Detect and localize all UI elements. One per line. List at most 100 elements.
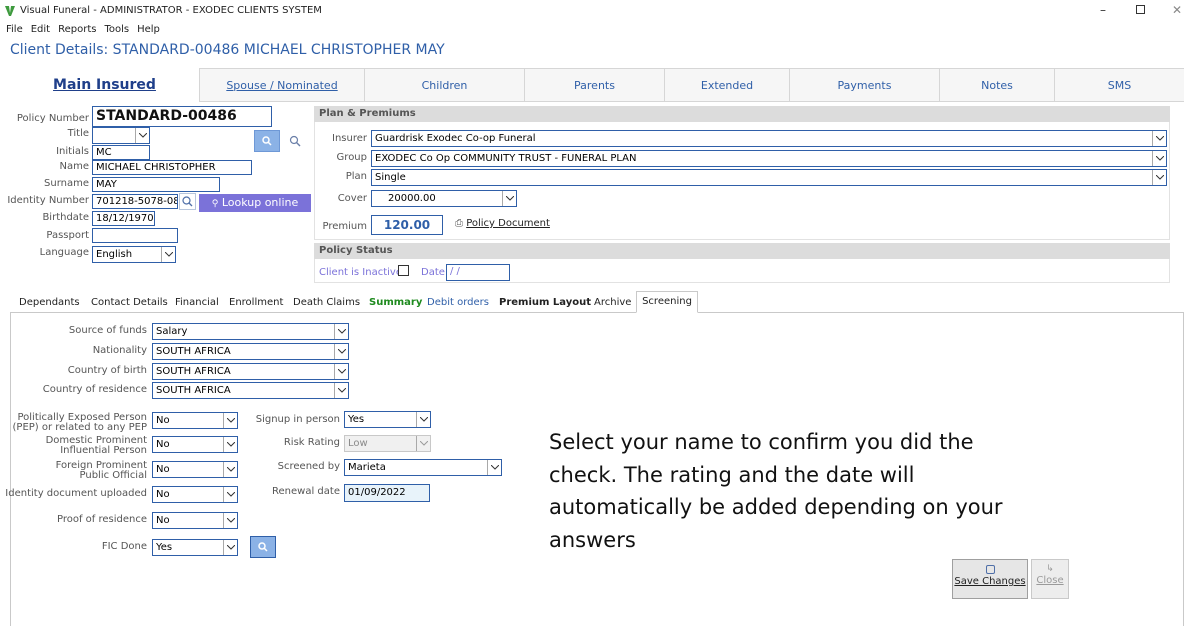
tab-enrollment[interactable]: Enrollment (229, 294, 283, 312)
country-of-residence-select[interactable]: SOUTH AFRICA (152, 382, 349, 399)
passport-field[interactable] (92, 228, 178, 243)
menu-help[interactable]: Help (137, 24, 160, 38)
tab-spouse[interactable]: Spouse / Nominated (200, 68, 365, 102)
tab-death-claims[interactable]: Death Claims (293, 294, 360, 312)
country-of-birth-select[interactable]: SOUTH AFRICA (152, 363, 349, 380)
printer-icon: ⎙ (455, 218, 463, 229)
tab-notes[interactable]: Notes (940, 68, 1055, 102)
close-icon[interactable]: ✕ (1172, 3, 1182, 17)
renewal-date-field[interactable]: 01/09/2022 (344, 484, 430, 502)
dpip-select[interactable]: No (152, 436, 238, 453)
client-inactive-label: Client is Inactive (319, 267, 402, 278)
name-field[interactable]: MICHAEL CHRISTOPHER (92, 160, 252, 175)
plan-label: Plan (345, 171, 367, 182)
plan-select[interactable]: Single (371, 169, 1167, 186)
tab-premium-layout[interactable]: Premium Layout (499, 294, 591, 312)
proof-of-residence-select[interactable]: No (152, 512, 238, 529)
country-of-residence-label: Country of residence (42, 384, 147, 395)
menu-reports[interactable]: Reports (58, 24, 96, 38)
title-label: Title (67, 128, 89, 139)
chevron-down-icon[interactable] (1152, 170, 1166, 185)
group-select[interactable]: EXODEC Co Op COMMUNITY TRUST - FUNERAL P… (371, 150, 1167, 167)
tab-archive[interactable]: Archive (594, 294, 631, 312)
chevron-down-icon[interactable] (223, 513, 237, 528)
tab-sms[interactable]: SMS (1055, 68, 1184, 102)
chevron-down-icon[interactable] (1152, 131, 1166, 146)
title-select[interactable] (92, 127, 150, 144)
surname-field[interactable]: MAY (92, 177, 220, 192)
name-label: Name (59, 161, 89, 172)
instruction-text: Select your name to confirm you did the … (549, 430, 1003, 552)
risk-rating-label: Risk Rating (283, 437, 340, 448)
search-icon[interactable] (288, 134, 302, 148)
chevron-down-icon[interactable] (223, 437, 237, 452)
initials-field[interactable]: MC (92, 145, 150, 160)
close-button[interactable]: ↳ Close (1031, 559, 1069, 599)
chevron-down-icon[interactable] (334, 364, 348, 379)
tab-contact-details[interactable]: Contact Details (91, 294, 168, 312)
chevron-down-icon[interactable] (334, 383, 348, 398)
tab-children[interactable]: Children (365, 68, 525, 102)
exit-icon: ↳ (1046, 564, 1054, 574)
source-of-funds-label: Source of funds (68, 325, 147, 336)
minimize-icon[interactable]: – (1100, 3, 1106, 17)
tab-screening[interactable]: Screening (636, 291, 698, 313)
chevron-down-icon[interactable] (223, 413, 237, 428)
chevron-down-icon[interactable] (161, 247, 175, 262)
tab-parents[interactable]: Parents (525, 68, 665, 102)
id-document-select[interactable]: No (152, 486, 238, 503)
fic-done-select[interactable]: Yes (152, 539, 238, 556)
tab-main-insured[interactable]: Main Insured (10, 68, 200, 102)
policy-document-button[interactable]: ⎙ Policy Document (455, 218, 550, 229)
chevron-down-icon[interactable] (502, 191, 516, 206)
insurer-select[interactable]: Guardrisk Exodec Co-op Funeral (371, 130, 1167, 147)
policy-status-heading: Policy Status (314, 243, 1170, 259)
app-logo-icon (5, 6, 15, 16)
cover-label: Cover (337, 193, 367, 204)
initials-label: Initials (56, 146, 89, 157)
chevron-down-icon[interactable] (416, 412, 430, 427)
premium-field[interactable]: 120.00 (371, 215, 443, 235)
tab-debit-orders[interactable]: Debit orders (427, 294, 489, 312)
client-header: Client Details: STANDARD-00486 MICHAEL C… (10, 42, 445, 58)
premium-label: Premium (322, 221, 368, 232)
id-number-field[interactable]: 701218-5078-084 (92, 194, 178, 209)
search-button[interactable] (254, 130, 280, 152)
birthdate-label: Birthdate (42, 212, 89, 223)
policy-number-field[interactable]: STANDARD-00486 (92, 106, 272, 127)
status-date-field[interactable]: / / (446, 264, 510, 281)
lookup-online-button[interactable]: ⚲ Lookup online (199, 194, 311, 212)
pep-select[interactable]: No (152, 412, 238, 429)
tab-payments[interactable]: Payments (790, 68, 940, 102)
signup-in-person-select[interactable]: Yes (344, 411, 431, 428)
chevron-down-icon[interactable] (135, 128, 149, 143)
chevron-down-icon[interactable] (1152, 151, 1166, 166)
id-search-button[interactable] (179, 193, 196, 210)
menu-edit[interactable]: Edit (31, 24, 50, 38)
menu-tools[interactable]: Tools (104, 24, 129, 38)
birthdate-field[interactable]: 18/12/1970 (92, 211, 155, 226)
chevron-down-icon[interactable] (334, 324, 348, 339)
chevron-down-icon[interactable] (223, 540, 237, 555)
tab-extended[interactable]: Extended (665, 68, 790, 102)
fic-search-button[interactable] (250, 536, 276, 558)
language-select[interactable]: English (92, 246, 176, 263)
screened-by-select[interactable]: Marieta (344, 459, 502, 476)
fppo-select[interactable]: No (152, 461, 238, 478)
chevron-down-icon[interactable] (223, 462, 237, 477)
maximize-icon[interactable] (1136, 5, 1145, 14)
chevron-down-icon[interactable] (487, 460, 501, 475)
menu-file[interactable]: File (6, 24, 23, 38)
cover-select[interactable]: 20000.00 (371, 190, 517, 207)
tab-financial[interactable]: Financial (175, 294, 219, 312)
tab-summary[interactable]: Summary (369, 294, 422, 312)
plan-premiums-heading: Plan & Premiums (314, 106, 1170, 122)
source-of-funds-select[interactable]: Salary (152, 323, 349, 340)
chevron-down-icon[interactable] (334, 344, 348, 359)
nationality-select[interactable]: SOUTH AFRICA (152, 343, 349, 360)
tab-dependants[interactable]: Dependants (19, 294, 80, 312)
group-label: Group (336, 152, 367, 163)
client-inactive-checkbox[interactable] (398, 265, 409, 276)
chevron-down-icon[interactable] (223, 487, 237, 502)
save-changes-button[interactable]: Save Changes (952, 559, 1028, 599)
